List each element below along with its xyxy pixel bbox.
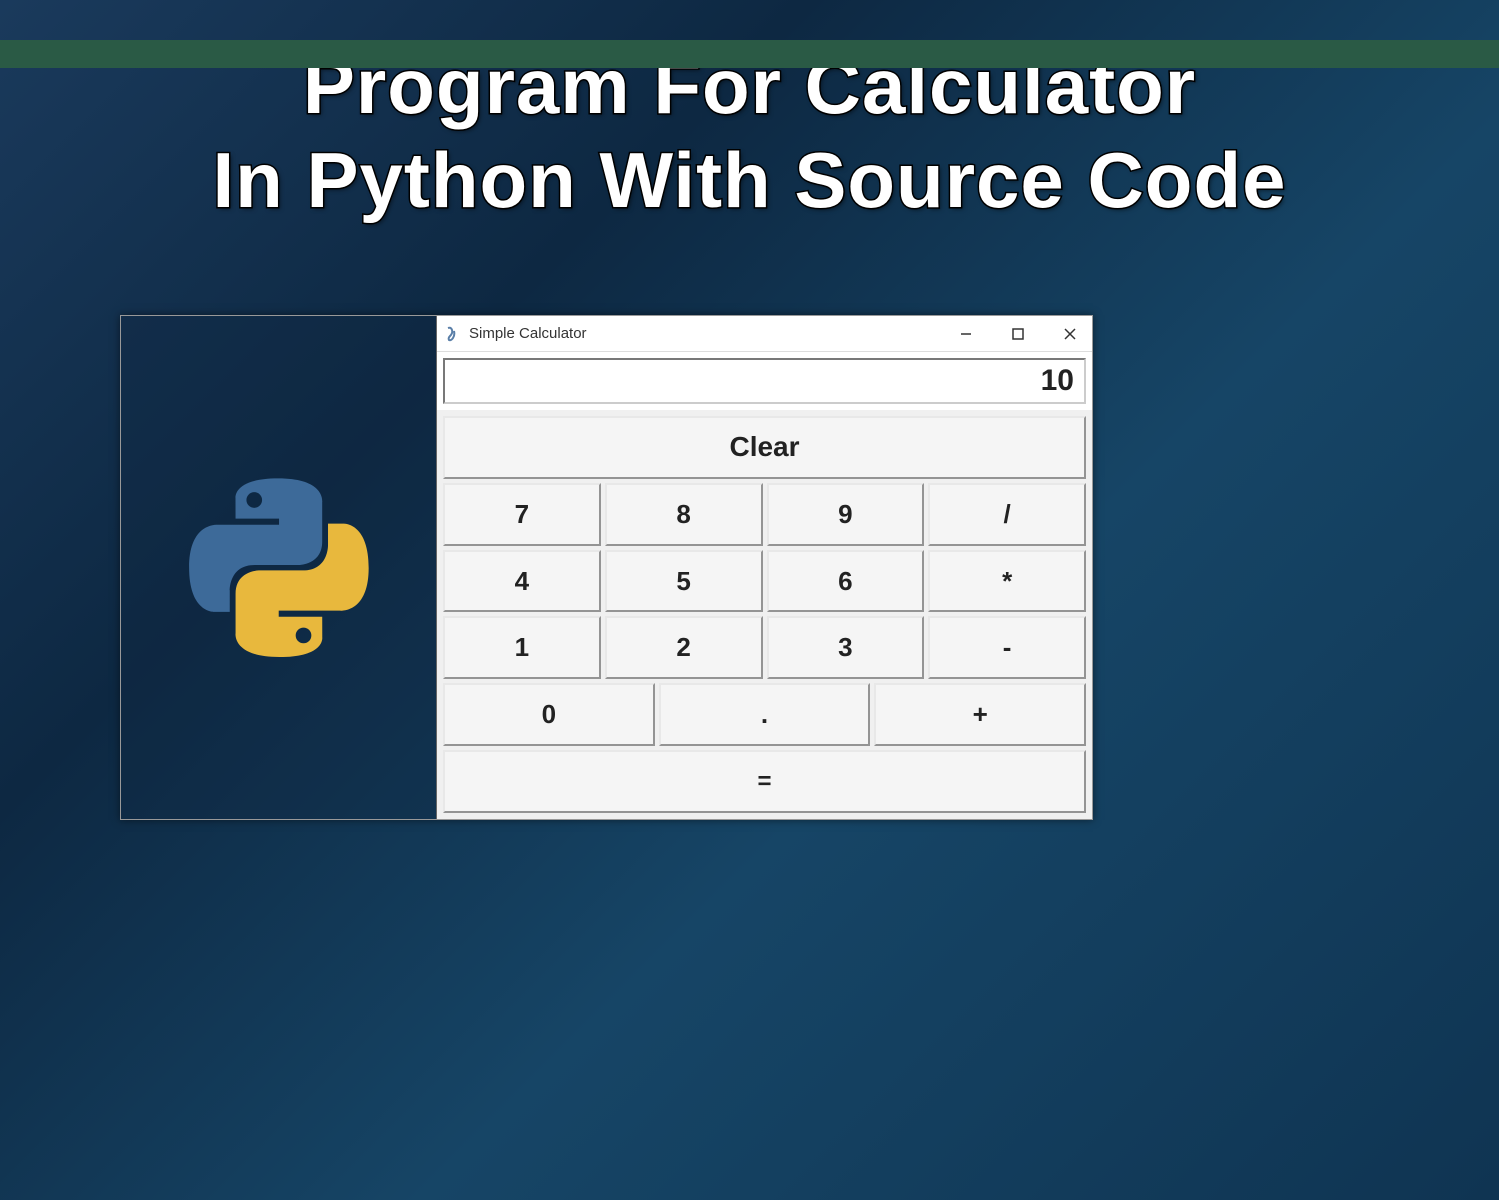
digit-1-button[interactable]: 1 — [443, 616, 601, 679]
button-row-1: 7 8 9 / — [441, 481, 1088, 548]
digit-2-button[interactable]: 2 — [605, 616, 763, 679]
subtract-button[interactable]: - — [928, 616, 1086, 679]
button-row-2: 4 5 6 * — [441, 548, 1088, 615]
digit-6-button[interactable]: 6 — [767, 550, 925, 613]
clear-button[interactable]: Clear — [443, 416, 1086, 479]
calculator-display[interactable] — [443, 358, 1086, 404]
titlebar: Simple Calculator — [437, 316, 1092, 352]
digit-9-button[interactable]: 9 — [767, 483, 925, 546]
digit-8-button[interactable]: 8 — [605, 483, 763, 546]
title-line-2: In Python With Source Code — [0, 134, 1499, 228]
python-logo-icon — [189, 478, 369, 658]
calculator-window: Simple Calculator Clear — [437, 316, 1092, 819]
python-logo-section — [121, 316, 437, 819]
content-frame: Simple Calculator Clear — [120, 315, 1093, 820]
add-button[interactable]: + — [874, 683, 1086, 746]
divide-button[interactable]: / — [928, 483, 1086, 546]
button-row-4: 0 . + — [441, 681, 1088, 748]
close-button[interactable] — [1056, 320, 1084, 348]
digit-5-button[interactable]: 5 — [605, 550, 763, 613]
tk-icon — [445, 326, 461, 342]
clear-row: Clear — [441, 414, 1088, 481]
multiply-button[interactable]: * — [928, 550, 1086, 613]
page-title: Program For Calculator In Python With So… — [0, 40, 1499, 227]
decimal-button[interactable]: . — [659, 683, 871, 746]
maximize-button[interactable] — [1004, 320, 1032, 348]
digit-7-button[interactable]: 7 — [443, 483, 601, 546]
window-title: Simple Calculator — [469, 325, 952, 342]
digit-3-button[interactable]: 3 — [767, 616, 925, 679]
button-row-3: 1 2 3 - — [441, 614, 1088, 681]
button-area: Clear 7 8 9 / 4 5 6 * 1 2 3 - — [437, 410, 1092, 819]
digit-4-button[interactable]: 4 — [443, 550, 601, 613]
digit-0-button[interactable]: 0 — [443, 683, 655, 746]
equals-button[interactable]: = — [443, 750, 1086, 813]
equals-row: = — [441, 748, 1088, 815]
display-area — [437, 352, 1092, 410]
top-accent-bar — [0, 40, 1499, 68]
minimize-button[interactable] — [952, 320, 980, 348]
titlebar-controls — [952, 320, 1084, 348]
